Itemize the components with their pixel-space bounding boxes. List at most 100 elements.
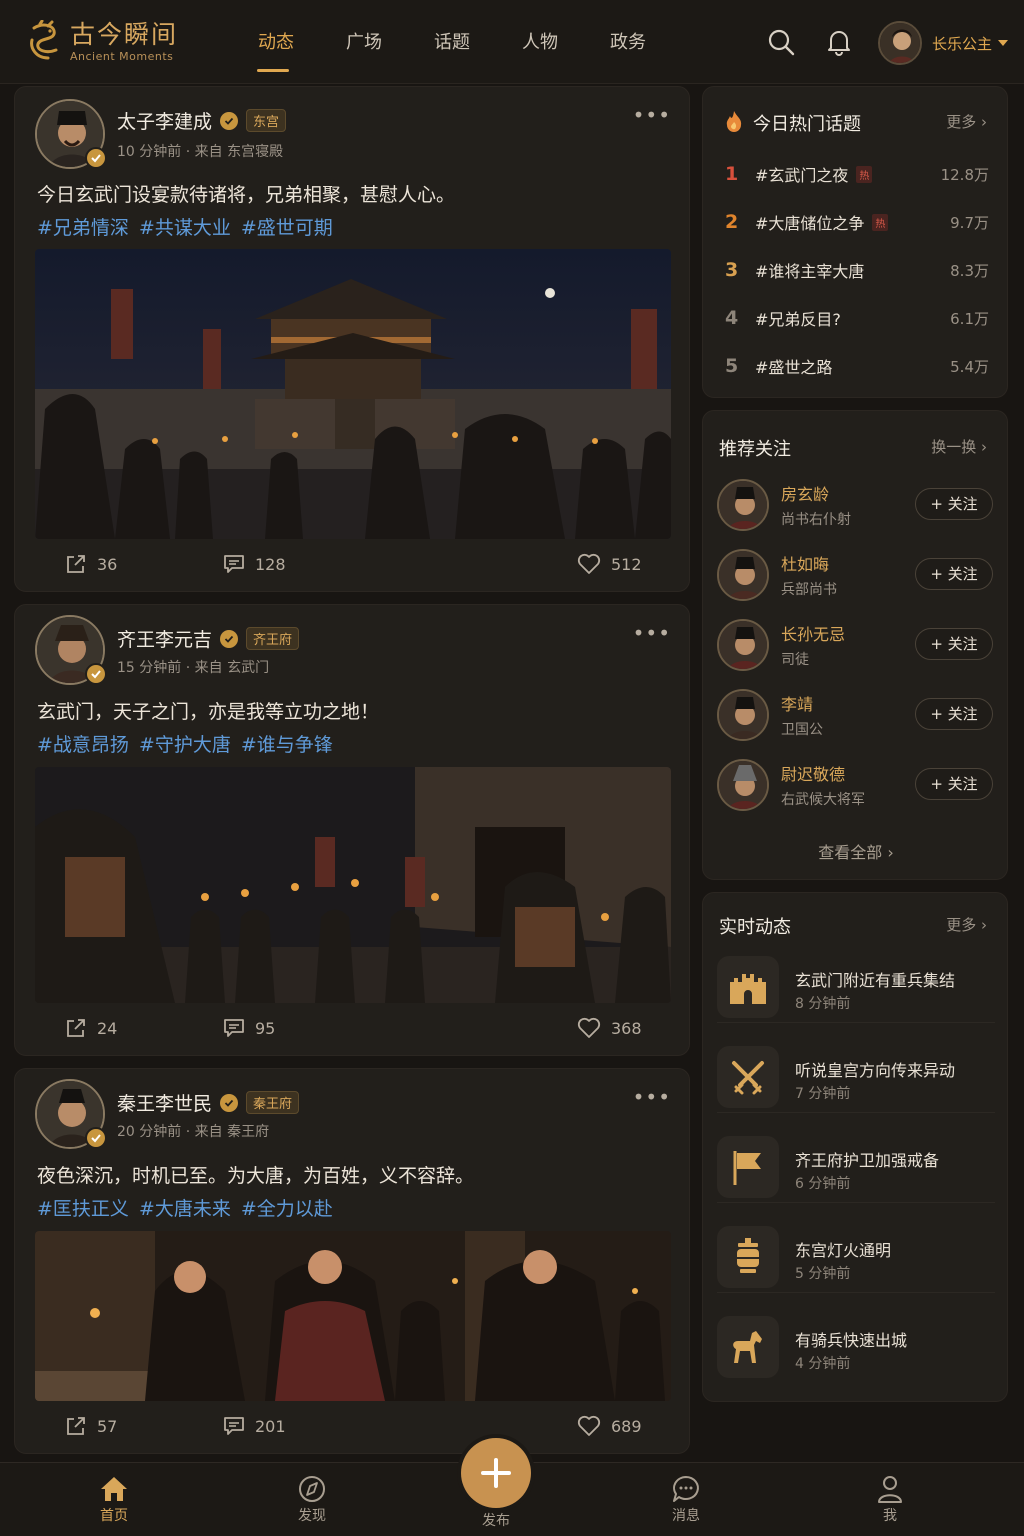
author-name[interactable]: 太子李建成 (117, 107, 212, 134)
post-image[interactable] (35, 767, 671, 1003)
nav-tab-topics[interactable]: 话题 (408, 28, 496, 72)
hot-topic-item[interactable]: 5 #盛世之路 5.4万 (725, 351, 989, 381)
hashtag-link[interactable]: #战意昂扬 (37, 730, 129, 757)
tab-messages-label: 消息 (672, 1508, 700, 1524)
recommend-item: 尉迟敬德 右武候大将军 + 关注 (717, 757, 997, 813)
more-options-icon[interactable]: ••• (633, 621, 671, 645)
nav-tab-feed[interactable]: 动态 (232, 28, 320, 72)
user-menu[interactable]: 长乐公主 (878, 21, 1009, 65)
flag-icon (717, 1136, 779, 1198)
share-button[interactable]: 36 (65, 553, 117, 575)
like-button[interactable]: 689 (577, 1415, 642, 1437)
tab-me[interactable]: 我 (850, 1475, 930, 1525)
follow-button[interactable]: + 关注 (915, 628, 993, 660)
hot-topic-item[interactable]: 2 #大唐储位之争 热 9.7万 (725, 207, 989, 237)
post-image[interactable] (35, 249, 671, 539)
post-meta: 15 分钟前 · 来自 玄武门 (117, 660, 270, 676)
hot-topic-item[interactable]: 3 #谁将主宰大唐 8.3万 (725, 255, 989, 285)
hot-topics-panel: 今日热门话题 更多 › 1 #玄武门之夜 热 12.8万 2 #大唐储位之争 热… (702, 86, 1008, 398)
live-item[interactable]: 听说皇宫方向传来异动 7 分钟前 (717, 1043, 995, 1113)
follow-button[interactable]: + 关注 (915, 768, 993, 800)
hashtag-link[interactable]: #守护大唐 (139, 730, 231, 757)
heart-icon (577, 1415, 601, 1436)
hashtag-link[interactable]: #大唐未来 (139, 1194, 231, 1221)
tab-messages[interactable]: 消息 (646, 1475, 726, 1525)
bell-icon[interactable] (825, 28, 853, 56)
nav-tab-people[interactable]: 人物 (496, 28, 584, 72)
person-avatar[interactable] (717, 479, 769, 531)
follow-button[interactable]: + 关注 (915, 558, 993, 590)
hashtag-link[interactable]: #全力以赴 (241, 1194, 333, 1221)
comment-button[interactable]: 128 (223, 553, 286, 575)
share-icon (67, 555, 85, 573)
more-options-icon[interactable]: ••• (633, 103, 671, 127)
share-button[interactable]: 24 (65, 1017, 117, 1039)
author-name[interactable]: 秦王李世民 (117, 1089, 212, 1116)
logo-title: 古今瞬间 (70, 20, 179, 49)
post-text: 玄武门，天子之门，亦是我等立功之地！ (37, 701, 380, 723)
publish-button[interactable] (461, 1438, 531, 1508)
app-logo[interactable]: 古今瞬间 Ancient Moments (26, 20, 178, 64)
person-avatar[interactable] (717, 689, 769, 741)
hot-topics-more-link[interactable]: 更多 › (946, 111, 987, 132)
tab-discover[interactable]: 发现 (272, 1475, 352, 1525)
live-item[interactable]: 有骑兵快速出城 4 分钟前 (717, 1313, 995, 1383)
follow-button[interactable]: + 关注 (915, 488, 993, 520)
post-hashtags: #匡扶正义 #大唐未来 #全力以赴 (37, 1194, 333, 1221)
topic-name: #玄武门之夜 (755, 166, 849, 185)
live-more-link[interactable]: 更多 › (946, 914, 987, 935)
comment-button[interactable]: 95 (223, 1017, 275, 1039)
post-image[interactable] (35, 1231, 671, 1401)
like-button[interactable]: 512 (577, 553, 642, 575)
author-name[interactable]: 齐王李元吉 (117, 625, 212, 652)
person-avatar[interactable] (717, 549, 769, 601)
person-name[interactable]: 尉迟敬德 (781, 761, 845, 785)
heart-icon (577, 553, 601, 574)
nav-tab-politics[interactable]: 政务 (584, 28, 672, 72)
top-header: 古今瞬间 Ancient Moments 动态 广场 话题 人物 政务 长乐公主 (0, 0, 1024, 84)
chevron-right-icon: › (887, 843, 894, 862)
person-name[interactable]: 杜如晦 (781, 551, 829, 575)
live-text: 听说皇宫方向传来异动 (795, 1061, 956, 1080)
recommend-item: 长孙无忌 司徒 + 关注 (717, 617, 997, 673)
share-count: 36 (97, 554, 118, 574)
hot-topic-item[interactable]: 4 #兄弟反目? 6.1万 (725, 303, 989, 333)
verified-icon (220, 1093, 239, 1112)
person-avatar[interactable] (717, 619, 769, 671)
hashtag-link[interactable]: #谁与争锋 (241, 730, 333, 757)
caret-down-icon (998, 40, 1009, 46)
chat-icon (673, 1476, 699, 1502)
hot-topic-item[interactable]: 1 #玄武门之夜 热 12.8万 (725, 159, 989, 189)
follow-button[interactable]: + 关注 (915, 698, 993, 730)
more-options-icon[interactable]: ••• (633, 1085, 671, 1109)
tab-me-label: 我 (883, 1508, 897, 1524)
hashtag-link[interactable]: #兄弟情深 (37, 213, 129, 240)
live-text: 齐王府护卫加强戒备 (795, 1151, 940, 1170)
share-icon (67, 1019, 85, 1037)
view-all-link[interactable]: 查看全部 › (703, 839, 1009, 863)
comment-button[interactable]: 201 (223, 1415, 286, 1437)
author-tag: 秦王府 (246, 1091, 300, 1114)
tab-home[interactable]: 首页 (74, 1475, 154, 1525)
live-item[interactable]: 齐王府护卫加强戒备 6 分钟前 (717, 1133, 995, 1203)
live-item[interactable]: 东宫灯火通明 5 分钟前 (717, 1223, 995, 1293)
person-title: 司徒 (781, 652, 809, 668)
hashtag-link[interactable]: #匡扶正义 (37, 1194, 129, 1221)
like-button[interactable]: 368 (577, 1017, 642, 1039)
person-name[interactable]: 长孙无忌 (781, 621, 845, 645)
hashtag-link[interactable]: #盛世可期 (241, 213, 333, 240)
share-button[interactable]: 57 (65, 1415, 117, 1437)
hashtag-link[interactable]: #共谋大业 (139, 213, 231, 240)
refresh-link[interactable]: 换一换 › (931, 436, 987, 457)
person-name[interactable]: 房玄龄 (781, 481, 829, 505)
topic-name: #大唐储位之争 (755, 214, 865, 233)
search-icon[interactable] (767, 28, 795, 56)
person-name[interactable]: 李靖 (781, 691, 813, 715)
verified-icon (220, 629, 239, 648)
live-item[interactable]: 玄武门附近有重兵集结 8 分钟前 (717, 953, 995, 1023)
lantern-icon (717, 1226, 779, 1288)
topic-name: #兄弟反目? (755, 310, 841, 329)
nav-tab-square[interactable]: 广场 (320, 28, 408, 72)
person-avatar[interactable] (717, 759, 769, 811)
comment-count: 128 (255, 554, 286, 574)
